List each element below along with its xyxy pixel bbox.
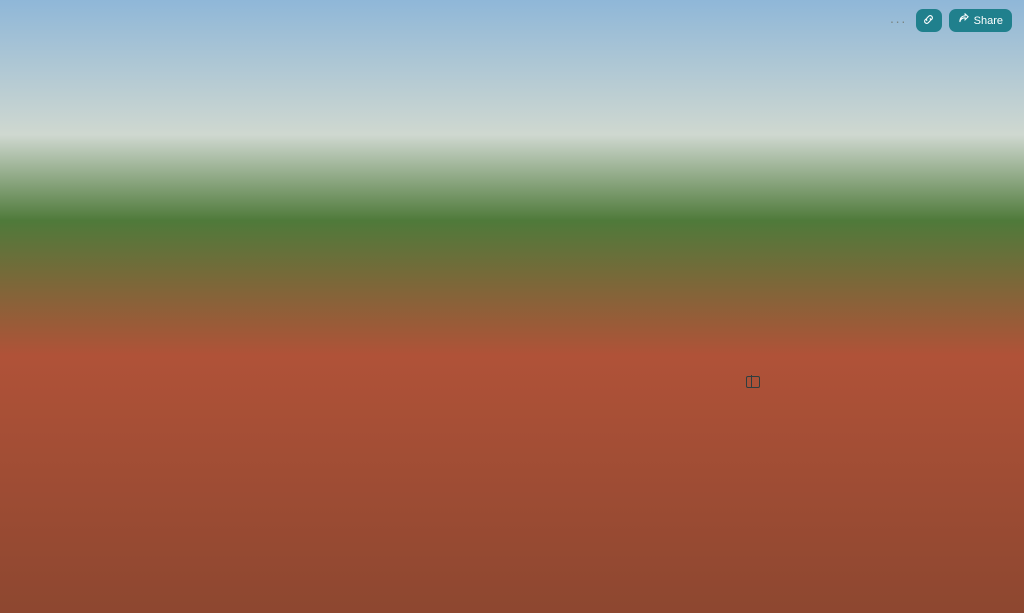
- mini-scene-c: [0, 0, 1024, 613]
- view-more-images-card[interactable]: View More: [0, 0, 1024, 613]
- video-icon: [746, 375, 760, 388]
- share-button[interactable]: Share: [948, 9, 1012, 32]
- main-area: Now What is Vilnius? ···: [0, 0, 1024, 613]
- copy-link-button[interactable]: [915, 9, 942, 32]
- share-label: Share: [973, 14, 1003, 27]
- view-more-thumb-3: [0, 0, 1024, 613]
- thread-overflow-menu-button[interactable]: ···: [888, 14, 909, 28]
- share-arrow-icon: [958, 12, 970, 28]
- app-root: perplexity New Thread ⌘ K Home: [0, 0, 1024, 613]
- content-scroll-area[interactable]: What is Vilnius? Sources Vilnius - Wikip…: [0, 0, 1024, 613]
- link-icon: [922, 13, 935, 29]
- topbar-actions: ··· Share: [888, 9, 1012, 32]
- media-column: View More Search Videos + PRO Generate I…: [0, 0, 1024, 613]
- media-grid-row-2: View More: [0, 0, 1024, 613]
- view-more-thumb-strip: [0, 0, 1024, 613]
